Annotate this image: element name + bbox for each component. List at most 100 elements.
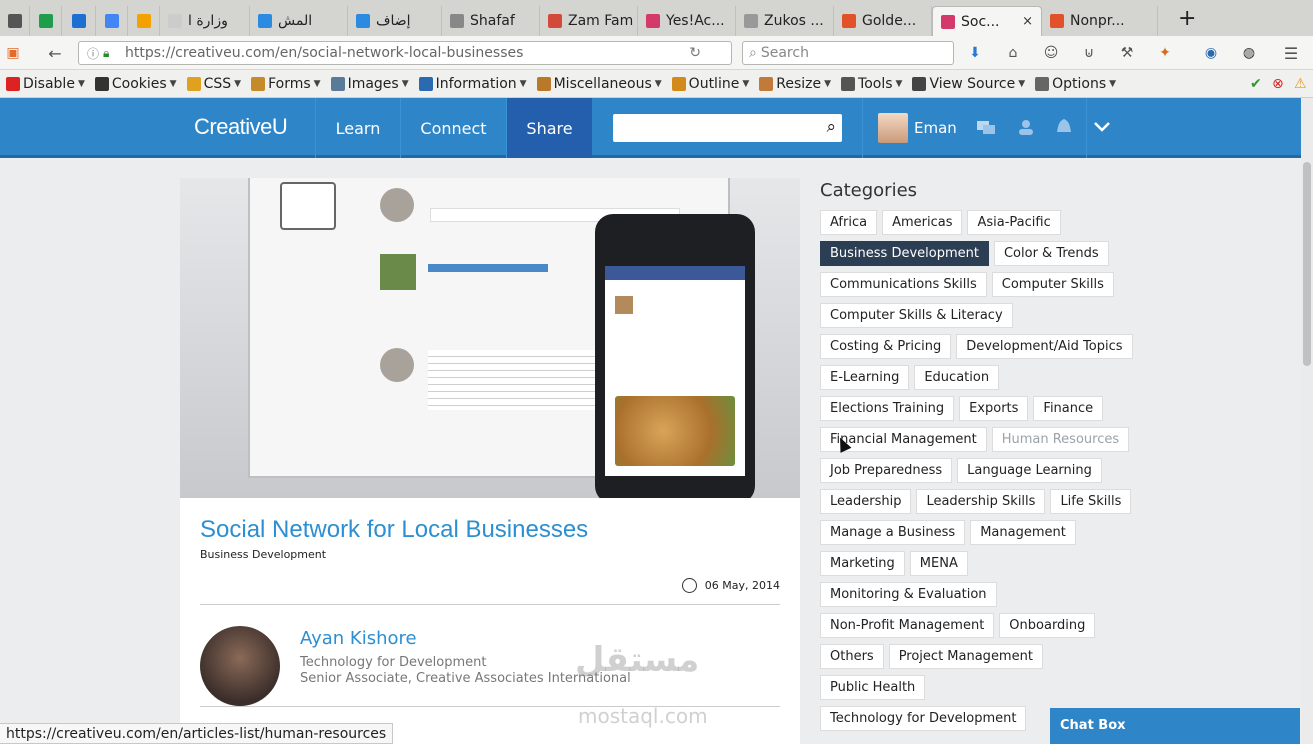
notifications-icon[interactable] bbox=[1054, 118, 1074, 136]
camera-icon[interactable]: ◍ bbox=[1240, 44, 1258, 62]
download-icon[interactable]: ⬇ bbox=[966, 44, 984, 62]
caret-down-icon: ▼ bbox=[654, 78, 662, 89]
webdev-menu-cookies[interactable]: Cookies ▼ bbox=[94, 76, 177, 92]
nav-connect[interactable]: Connect bbox=[400, 98, 506, 158]
webdev-menu-miscellaneous[interactable]: Miscellaneous ▼ bbox=[536, 76, 662, 92]
webdev-menu-options[interactable]: Options ▼ bbox=[1035, 76, 1116, 92]
category-tag[interactable]: Monitoring & Evaluation bbox=[820, 582, 997, 607]
pocket-icon[interactable]: ⊍ bbox=[1080, 44, 1098, 62]
webdev-menu-forms[interactable]: Forms ▼ bbox=[251, 76, 321, 92]
category-tag[interactable]: Technology for Development bbox=[820, 706, 1027, 731]
category-tag[interactable]: Human Resources bbox=[991, 427, 1130, 452]
search-icon[interactable]: ⌕ bbox=[826, 117, 836, 137]
browser-tab[interactable] bbox=[128, 6, 160, 36]
extension-icon[interactable]: ✦ bbox=[1156, 44, 1174, 62]
category-tag[interactable]: Asia-Pacific bbox=[967, 210, 1061, 235]
chevron-down-icon[interactable] bbox=[1092, 118, 1112, 136]
site-search-input[interactable]: ⌕ bbox=[613, 114, 842, 142]
category-tag[interactable]: Exports bbox=[959, 396, 1029, 421]
browser-tab[interactable]: Zam Fam bbox=[540, 6, 638, 36]
browser-tab[interactable] bbox=[30, 6, 62, 36]
warning-icon[interactable]: ⚠ bbox=[1294, 76, 1307, 92]
scrollbar-thumb[interactable] bbox=[1303, 162, 1311, 366]
webdev-menu-images[interactable]: Images ▼ bbox=[330, 76, 409, 92]
category-tag[interactable]: Language Learning bbox=[957, 458, 1102, 483]
category-tag[interactable]: Project Management bbox=[888, 644, 1043, 669]
browser-tab[interactable] bbox=[0, 6, 30, 36]
category-tag[interactable]: Life Skills bbox=[1050, 489, 1132, 514]
page-scrollbar[interactable] bbox=[1301, 98, 1313, 744]
webdev-menu-label: Outline bbox=[688, 75, 740, 92]
category-tag[interactable]: Manage a Business bbox=[820, 520, 966, 545]
browser-tab[interactable]: Zukos ... bbox=[736, 6, 834, 36]
webdev-cookies-icon bbox=[94, 76, 109, 91]
info-icon[interactable]: ⓘ bbox=[87, 45, 99, 62]
user-menu[interactable]: Eman bbox=[878, 112, 957, 144]
author-avatar[interactable] bbox=[200, 626, 280, 706]
chat-box[interactable]: Chat Box bbox=[1050, 708, 1300, 744]
category-tag[interactable]: Business Development bbox=[820, 241, 989, 266]
category-tag[interactable]: Communications Skills bbox=[820, 272, 987, 297]
webdev-menu-tools[interactable]: Tools ▼ bbox=[841, 76, 902, 92]
category-tag[interactable]: Africa bbox=[820, 210, 878, 235]
tool-icon[interactable]: ⚒ bbox=[1118, 44, 1136, 62]
category-tag[interactable]: Non-Profit Management bbox=[820, 613, 995, 638]
url-bar[interactable]: ⓘ 🔒︎ https://creativeu.com/en/social-net… bbox=[78, 41, 732, 65]
error-icon[interactable]: ⊗ bbox=[1272, 76, 1284, 92]
category-tag[interactable]: Education bbox=[914, 365, 1000, 390]
webdev-menu-view-source[interactable]: View Source ▼ bbox=[912, 76, 1025, 92]
new-tab-icon[interactable]: + bbox=[1178, 6, 1196, 31]
menu-icon[interactable]: ▣ bbox=[4, 44, 22, 62]
browser-tab[interactable]: المش bbox=[250, 6, 348, 36]
category-tag[interactable]: Costing & Pricing bbox=[820, 334, 952, 359]
category-tag[interactable]: Finance bbox=[1033, 396, 1104, 421]
site-logo[interactable]: CreativeU bbox=[194, 114, 288, 140]
webdev-menu-information[interactable]: Information ▼ bbox=[418, 76, 527, 92]
user-icon[interactable] bbox=[1016, 118, 1036, 136]
search-input[interactable]: ⌕ Search bbox=[742, 41, 954, 65]
category-tag[interactable]: Color & Trends bbox=[993, 241, 1109, 266]
webdev-menu-css[interactable]: CSS ▼ bbox=[186, 76, 241, 92]
category-tag[interactable]: Management bbox=[970, 520, 1076, 545]
webdev-menu-resize[interactable]: Resize ▼ bbox=[759, 76, 831, 92]
category-tag[interactable]: Computer Skills & Literacy bbox=[820, 303, 1013, 328]
category-tag[interactable]: Job Preparedness bbox=[820, 458, 953, 483]
category-tag[interactable]: Americas bbox=[882, 210, 963, 235]
reload-icon[interactable]: ↻ bbox=[689, 45, 701, 61]
category-tag[interactable]: Leadership Skills bbox=[916, 489, 1046, 514]
browser-tab[interactable]: Shafaf bbox=[442, 6, 540, 36]
hamburger-menu-icon[interactable]: ☰ bbox=[1282, 44, 1300, 63]
home-icon[interactable]: ⌂ bbox=[1004, 44, 1022, 62]
webdev-menu-disable[interactable]: Disable ▼ bbox=[6, 76, 85, 92]
category-tag[interactable]: Marketing bbox=[820, 551, 905, 576]
category-tag[interactable]: E-Learning bbox=[820, 365, 910, 390]
article-title[interactable]: Social Network for Local Businesses bbox=[200, 516, 588, 544]
browser-tab[interactable]: Soc... × bbox=[932, 6, 1042, 36]
nav-share[interactable]: Share bbox=[506, 98, 592, 158]
article-category[interactable]: Business Development bbox=[200, 548, 326, 561]
nav-learn[interactable]: Learn bbox=[315, 98, 400, 158]
category-tag[interactable]: Development/Aid Topics bbox=[956, 334, 1133, 359]
globe-icon[interactable]: ◉ bbox=[1202, 44, 1220, 62]
messages-icon[interactable] bbox=[976, 118, 996, 136]
category-tag[interactable]: Leadership bbox=[820, 489, 912, 514]
browser-tab[interactable]: Nonpr... bbox=[1042, 6, 1158, 36]
webdev-menu-outline[interactable]: Outline ▼ bbox=[671, 75, 749, 92]
category-tag[interactable]: Elections Training bbox=[820, 396, 955, 421]
close-tab-icon[interactable]: × bbox=[1014, 14, 1033, 29]
browser-tab[interactable]: Golde... bbox=[834, 6, 932, 36]
author-name[interactable]: Ayan Kishore bbox=[300, 628, 417, 649]
category-tag[interactable]: Others bbox=[820, 644, 884, 669]
browser-tab[interactable]: وزارة ا bbox=[160, 6, 250, 36]
category-tag[interactable]: Onboarding bbox=[999, 613, 1096, 638]
checkmark-icon[interactable]: ✔ bbox=[1250, 76, 1262, 92]
back-icon[interactable]: ← bbox=[46, 44, 64, 63]
category-tag[interactable]: Public Health bbox=[820, 675, 926, 700]
browser-tab[interactable]: Yes!Ac... bbox=[638, 6, 736, 36]
category-tag[interactable]: Computer Skills bbox=[991, 272, 1114, 297]
chat-icon[interactable]: ☺ bbox=[1042, 44, 1060, 62]
browser-tab[interactable]: إضاف bbox=[348, 6, 442, 36]
category-tag[interactable]: MENA bbox=[909, 551, 968, 576]
browser-tab[interactable] bbox=[96, 6, 128, 36]
browser-tab[interactable] bbox=[62, 6, 96, 36]
